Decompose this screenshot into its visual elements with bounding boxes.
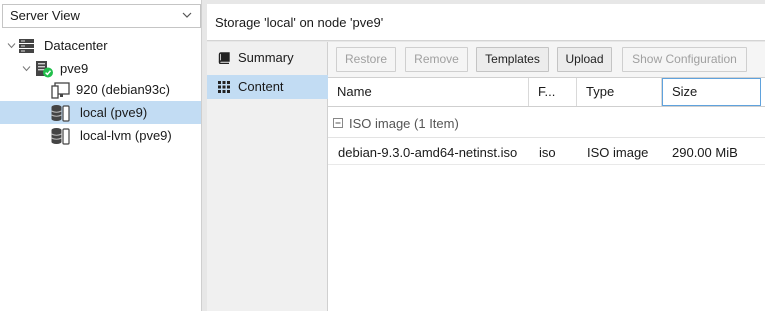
panel-title: Storage 'local' on node 'pve9'	[215, 15, 384, 30]
menu-item-label: Content	[238, 79, 284, 94]
toolbar: Restore Remove Templates Upload Show Con…	[328, 42, 765, 78]
grid-header: Name F... Type Size	[328, 78, 765, 107]
group-header-row[interactable]: ISO image (1 Item)	[328, 108, 765, 138]
tree-item-label: Datacenter	[44, 38, 108, 53]
menu-item-label: Summary	[238, 50, 294, 65]
show-configuration-button[interactable]: Show Configuration	[622, 47, 747, 72]
storage-menu: Summary Content	[207, 42, 328, 311]
tree-item-label: local-lvm (pve9)	[80, 128, 172, 143]
server-rack-icon	[19, 39, 34, 53]
chevron-down-icon	[182, 12, 192, 18]
remove-button[interactable]: Remove	[405, 47, 468, 72]
grid-icon	[218, 81, 230, 93]
storage-icon	[51, 105, 70, 122]
tree-item-vm[interactable]: 920 (debian93c)	[0, 78, 201, 101]
group-label: ISO image (1 Item)	[349, 116, 459, 131]
content-panel: Restore Remove Templates Upload Show Con…	[328, 42, 765, 311]
menu-item-content[interactable]: Content	[207, 75, 328, 99]
cell-name: debian-9.3.0-amd64-netinst.iso	[338, 145, 518, 160]
tree-expand-icon[interactable]	[7, 41, 16, 50]
storage-icon	[51, 128, 70, 145]
cell-format: iso	[539, 145, 556, 160]
column-header-format[interactable]: F...	[529, 78, 577, 106]
tree-item-label: local (pve9)	[80, 105, 148, 120]
tree-item-datacenter[interactable]: Datacenter	[0, 34, 201, 57]
tree-expand-icon[interactable]	[22, 64, 31, 73]
upload-button[interactable]: Upload	[557, 47, 612, 72]
book-icon	[218, 52, 230, 64]
tree-item-label: 920 (debian93c)	[76, 82, 170, 97]
tree-item-storage-local[interactable]: local (pve9)	[0, 101, 201, 124]
panel-header: Storage 'local' on node 'pve9'	[207, 4, 765, 41]
tree-item-storage-local-lvm[interactable]: local-lvm (pve9)	[0, 124, 201, 147]
tree-item-node[interactable]: pve9	[0, 57, 201, 80]
view-selector-value: Server View	[10, 8, 80, 23]
view-selector[interactable]: Server View	[2, 4, 201, 28]
menu-item-summary[interactable]: Summary	[207, 46, 328, 70]
table-row[interactable]: debian-9.3.0-amd64-netinst.iso iso ISO i…	[328, 138, 765, 165]
node-online-icon	[36, 61, 53, 78]
cell-size: 290.00 MiB	[672, 145, 738, 160]
column-header-type[interactable]: Type	[577, 78, 662, 106]
monitor-icon	[51, 82, 70, 99]
tree-item-label: pve9	[60, 61, 89, 76]
cell-type: ISO image	[587, 145, 649, 160]
column-header-name[interactable]: Name	[328, 78, 529, 106]
restore-button[interactable]: Restore	[336, 47, 396, 72]
column-header-size[interactable]: Size	[662, 78, 761, 106]
collapse-icon[interactable]	[333, 118, 343, 128]
templates-button[interactable]: Templates	[476, 47, 549, 72]
resource-tree-panel: Server View Datacenter pve9 920 (debian9…	[0, 0, 202, 311]
